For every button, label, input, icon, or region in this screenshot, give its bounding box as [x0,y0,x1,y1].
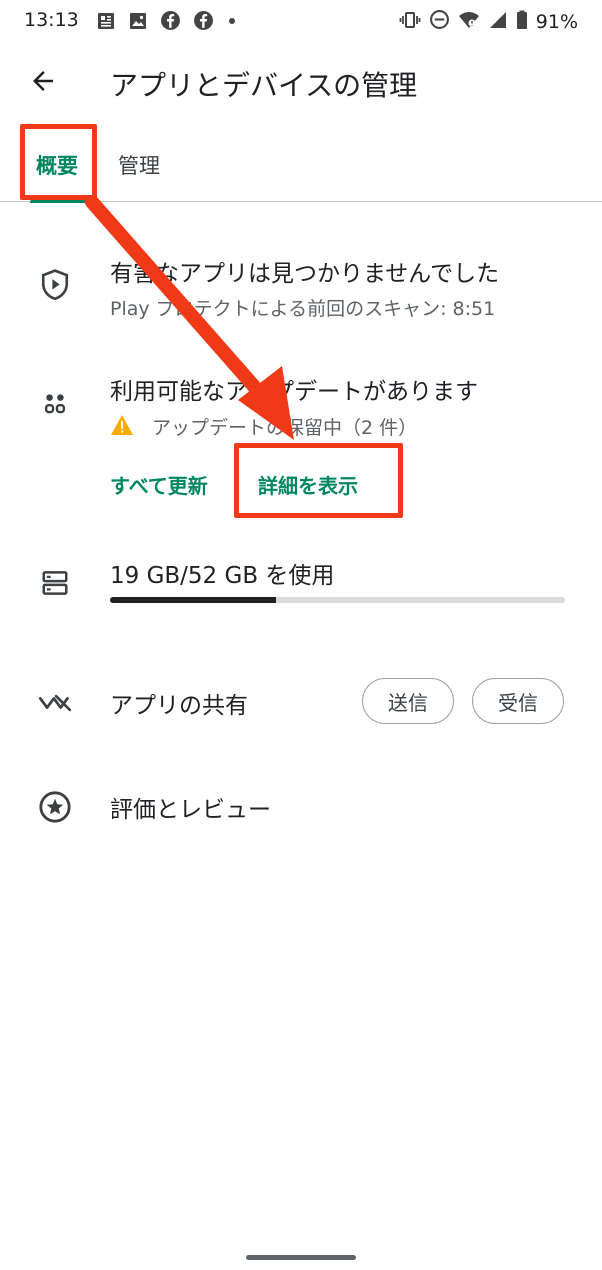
storage-progress-bar [110,597,565,603]
storage-label: 19 GB/52 GB を使用 [110,563,335,589]
ratings-row[interactable]: 評価とレビュー [0,776,602,836]
update-all-button[interactable]: すべて更新 [110,470,208,499]
dot-icon [226,11,238,31]
play-protect-shield-icon [36,266,74,304]
battery-percent: 91% [535,10,578,33]
wifi-icon [458,10,480,34]
status-system-icons: 91% [399,9,578,34]
warning-icon [110,414,134,440]
arrow-back-icon [28,66,58,100]
news-icon [96,11,116,31]
tab-manage[interactable]: 管理 [118,150,160,180]
back-button[interactable] [26,66,60,100]
annotation-highlight-show-details [234,443,403,518]
facebook-icon [160,10,181,31]
storage-progress-fill [110,597,277,603]
ratings-label: 評価とレビュー [110,797,271,823]
status-notification-icons [96,10,238,31]
receive-button[interactable]: 受信 [472,678,564,724]
tab-indicator [30,200,86,203]
battery-icon [516,10,528,34]
nearby-share-icon [36,684,74,722]
send-button[interactable]: 送信 [362,678,454,724]
storage-icon [36,564,74,602]
updates-title: 利用可能なアップデートがあります [110,379,478,405]
status-time: 13:13 [24,9,79,31]
apps-dots-icon [36,384,74,422]
vibrate-icon [399,10,421,34]
updates-pending: アップデートの保留中（2 件） [152,417,418,439]
play-protect-title: 有害なアプリは見つかりませんでした [110,261,500,287]
app-share-label: アプリの共有 [110,693,248,719]
annotation-highlight-overview-tab [20,124,97,200]
page-title: アプリとデバイスの管理 [110,69,418,102]
play-protect-subtitle: Play プロテクトによる前回のスキャン: 8:51 [110,298,496,320]
gesture-nav-handle[interactable] [246,1255,356,1260]
status-bar: 13:13 91% [0,0,602,40]
do-not-disturb-icon [429,9,450,34]
star-circle-icon [36,788,74,826]
storage-row[interactable]: 19 GB/52 GB を使用 [0,550,602,620]
facebook-icon [193,10,214,31]
signal-icon [488,10,508,34]
app-bar: アプリとデバイスの管理 [0,52,602,112]
image-icon [128,11,148,31]
play-protect-row[interactable]: 有害なアプリは見つかりませんでした Play プロテクトによる前回のスキャン: … [0,250,602,330]
